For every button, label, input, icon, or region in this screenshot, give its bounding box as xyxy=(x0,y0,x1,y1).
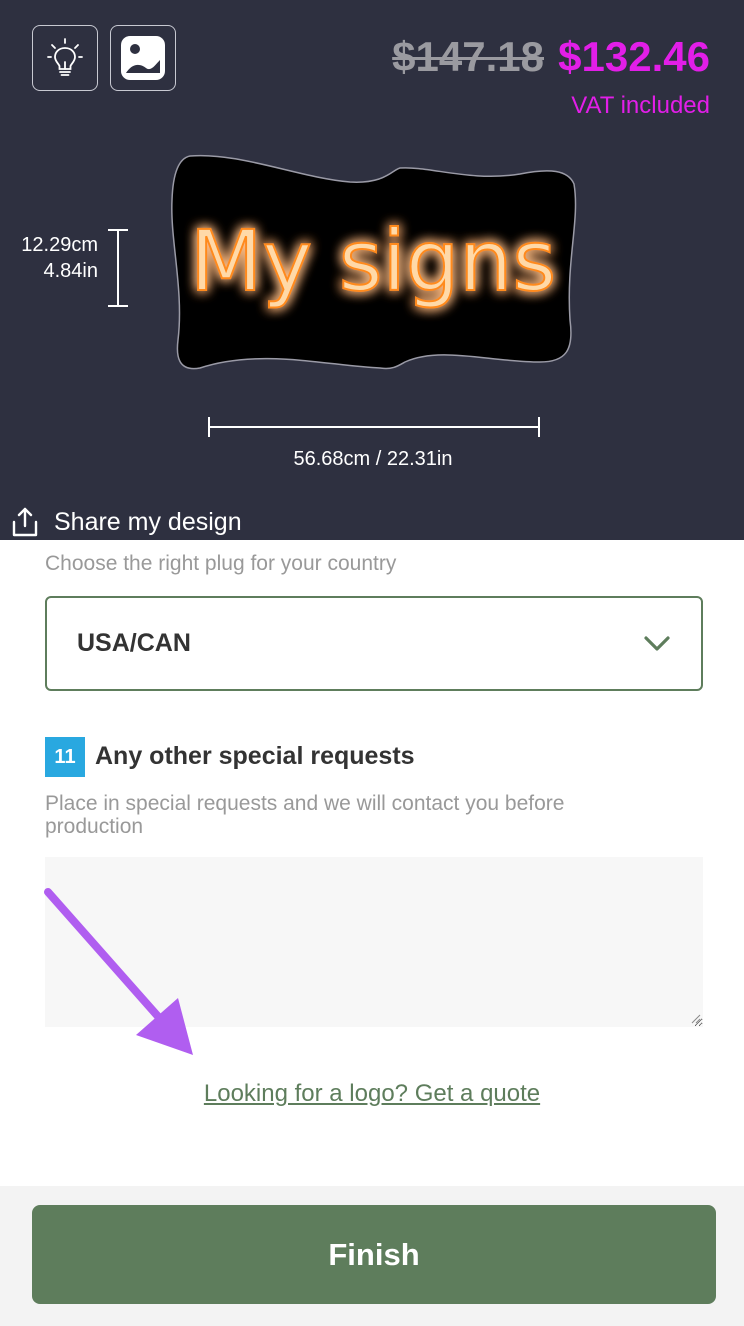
sign-preview: $147.18 $132.46 VAT included 12.29cm 4.8… xyxy=(0,0,744,540)
share-label: Share my design xyxy=(54,507,242,536)
logo-quote-link[interactable]: Looking for a logo? Get a quote xyxy=(0,1080,744,1108)
width-label: 56.68cm / 22.31in xyxy=(293,448,453,470)
share-design-button[interactable]: Share my design xyxy=(10,506,242,538)
finish-button[interactable]: Finish xyxy=(32,1205,716,1304)
height-dimension-bar xyxy=(108,229,128,307)
special-requests-description: Place in special requests and we will co… xyxy=(45,792,565,838)
special-requests-textarea[interactable] xyxy=(45,857,703,1027)
plug-label: Choose the right plug for your country xyxy=(45,552,397,575)
special-requests-title: Any other special requests xyxy=(95,742,415,770)
plug-selected-value: USA/CAN xyxy=(77,629,191,657)
share-icon xyxy=(12,507,38,537)
resize-handle-icon[interactable] xyxy=(691,1014,701,1024)
width-dimension-bar xyxy=(208,417,540,437)
plug-select[interactable]: USA/CAN xyxy=(45,596,703,691)
neon-text: My signs xyxy=(190,212,556,310)
step-number-badge: 11 xyxy=(45,737,85,777)
chevron-down-icon xyxy=(644,635,670,651)
